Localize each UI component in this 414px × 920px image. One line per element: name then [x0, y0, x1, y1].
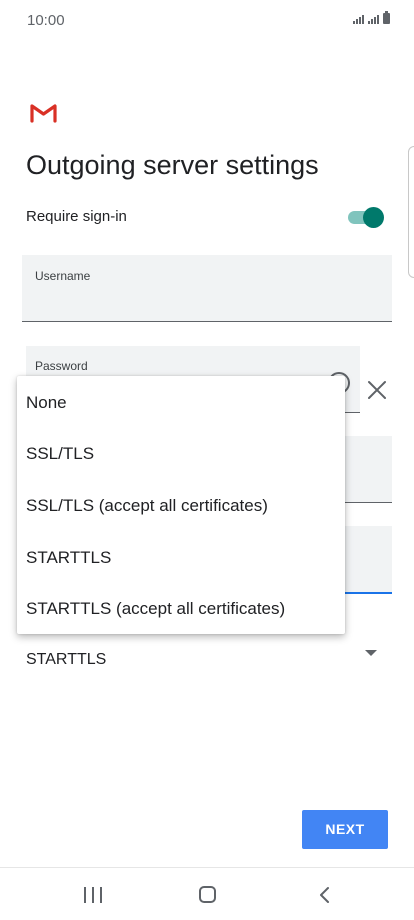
- signal-icon: [368, 15, 379, 24]
- recents-icon[interactable]: [84, 887, 102, 903]
- signal-icon: [353, 15, 364, 24]
- status-icons: [353, 11, 390, 24]
- gmail-logo: [30, 104, 57, 123]
- menu-item-starttls-all-certs[interactable]: STARTTLS (accept all certificates): [17, 587, 345, 631]
- password-label: Password: [35, 359, 88, 373]
- require-signin-label: Require sign-in: [26, 208, 127, 225]
- back-icon[interactable]: [318, 886, 332, 904]
- page-title: Outgoing server settings: [26, 150, 319, 180]
- dropdown-arrow-icon[interactable]: [365, 650, 377, 656]
- security-type-menu: None SSL/TLS SSL/TLS (accept all certifi…: [17, 376, 345, 634]
- security-type-value[interactable]: STARTTLS: [26, 651, 106, 669]
- require-signin-toggle[interactable]: [348, 205, 384, 229]
- clear-password-icon[interactable]: [364, 377, 390, 403]
- username-field[interactable]: Username: [22, 255, 392, 322]
- menu-item-none[interactable]: None: [17, 381, 345, 425]
- username-label: Username: [35, 269, 91, 283]
- nav-divider: [0, 867, 414, 868]
- menu-item-starttls[interactable]: STARTTLS: [17, 536, 345, 580]
- home-icon[interactable]: [199, 886, 216, 903]
- battery-icon: [383, 11, 390, 24]
- status-time: 10:00: [27, 12, 65, 29]
- scroll-indicator[interactable]: [408, 146, 414, 278]
- menu-item-ssl-tls-all-certs[interactable]: SSL/TLS (accept all certificates): [17, 484, 345, 528]
- menu-item-ssl-tls[interactable]: SSL/TLS: [17, 432, 345, 476]
- next-button[interactable]: NEXT: [302, 810, 388, 849]
